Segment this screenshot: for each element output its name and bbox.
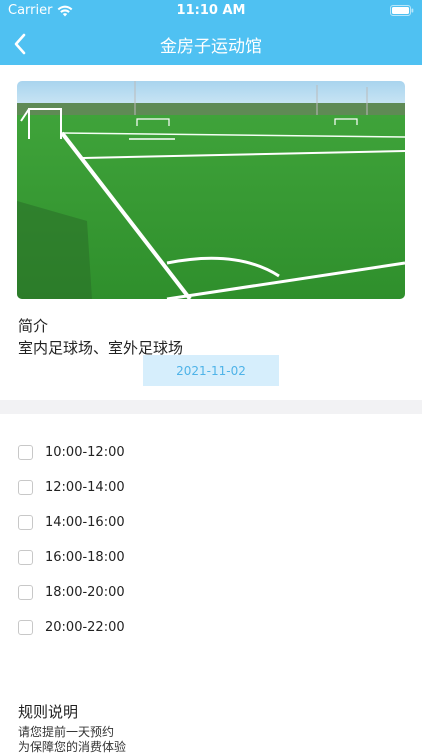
time-slot-item[interactable]: 18:00-20:00 xyxy=(18,574,125,610)
time-slot-label: 14:00-16:00 xyxy=(45,514,125,530)
rules-line: 请您提前一天预约 xyxy=(18,725,115,739)
time-slot-label: 20:00-22:00 xyxy=(45,619,125,635)
time-slot-checkbox[interactable] xyxy=(18,619,33,635)
time-slot-checkbox[interactable] xyxy=(18,584,33,600)
time-slot-label: 16:00-18:00 xyxy=(45,549,125,565)
status-bar: Carrier 11:10 AM xyxy=(0,0,422,22)
header: Carrier 11:10 AM 金房子运动馆 xyxy=(0,0,422,65)
time-slot-checkbox[interactable] xyxy=(18,479,33,495)
time-slot-item[interactable]: 12:00-14:00 xyxy=(18,469,125,505)
battery-icon xyxy=(390,5,414,16)
rules-heading: 规则说明 xyxy=(18,703,79,721)
time-slot-item[interactable]: 20:00-22:00 xyxy=(18,609,125,645)
status-time: 11:10 AM xyxy=(176,3,246,18)
time-slot-item[interactable]: 10:00-12:00 xyxy=(18,434,125,470)
intro-heading: 简介 xyxy=(18,317,49,335)
time-slot-item[interactable]: 14:00-16:00 xyxy=(18,504,125,540)
rules-line: 为保障您的消费体验 xyxy=(18,740,127,754)
football-pitch-photo xyxy=(17,81,405,299)
time-slot-checkbox[interactable] xyxy=(18,514,33,530)
page-title: 金房子运动馆 xyxy=(160,37,262,57)
time-slot-label: 18:00-20:00 xyxy=(45,584,125,600)
time-slot-item[interactable]: 16:00-18:00 xyxy=(18,539,125,575)
date-selector[interactable]: 2021-11-02 xyxy=(143,355,279,386)
time-slot-checkbox[interactable] xyxy=(18,444,33,460)
venue-photo xyxy=(17,81,405,299)
section-divider xyxy=(0,400,422,414)
time-slot-checkbox[interactable] xyxy=(18,549,33,565)
nav-bar: 金房子运动馆 xyxy=(0,22,422,65)
time-slot-label: 12:00-14:00 xyxy=(45,479,125,495)
time-slot-label: 10:00-12:00 xyxy=(45,444,125,460)
